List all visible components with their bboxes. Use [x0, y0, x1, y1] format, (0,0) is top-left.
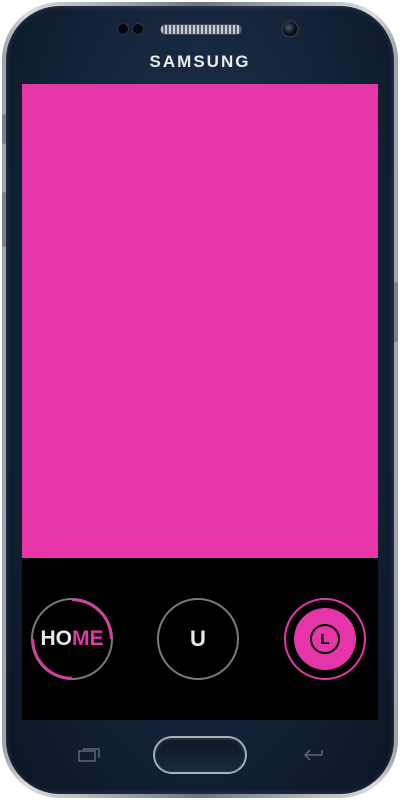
home-label-part2: ME — [72, 627, 104, 650]
power-button[interactable] — [394, 282, 398, 342]
l-nav-fill: L — [294, 608, 356, 670]
recent-apps-icon[interactable] — [78, 748, 100, 762]
home-label-part1: HO — [40, 627, 73, 650]
earpiece-speaker — [160, 24, 242, 35]
proximity-sensor — [118, 24, 128, 34]
front-camera — [283, 22, 297, 36]
bottom-nav-bar: HOME U L — [22, 558, 378, 720]
l-nav-button[interactable]: L — [284, 598, 366, 680]
u-nav-label: U — [190, 626, 206, 651]
home-key[interactable] — [155, 738, 245, 772]
brand-logo: SAMSUNG — [149, 52, 251, 71]
screen: HOME U L — [22, 84, 378, 720]
back-arrow-icon[interactable] — [302, 748, 324, 762]
home-nav-button[interactable]: HOME — [31, 598, 113, 680]
l-nav-label: L — [320, 630, 330, 648]
home-nav-label: HOME — [41, 627, 104, 651]
u-nav-button[interactable]: U — [157, 598, 239, 680]
content-area — [22, 84, 378, 558]
l-inner-ring: L — [310, 624, 340, 654]
light-sensor — [133, 24, 143, 34]
